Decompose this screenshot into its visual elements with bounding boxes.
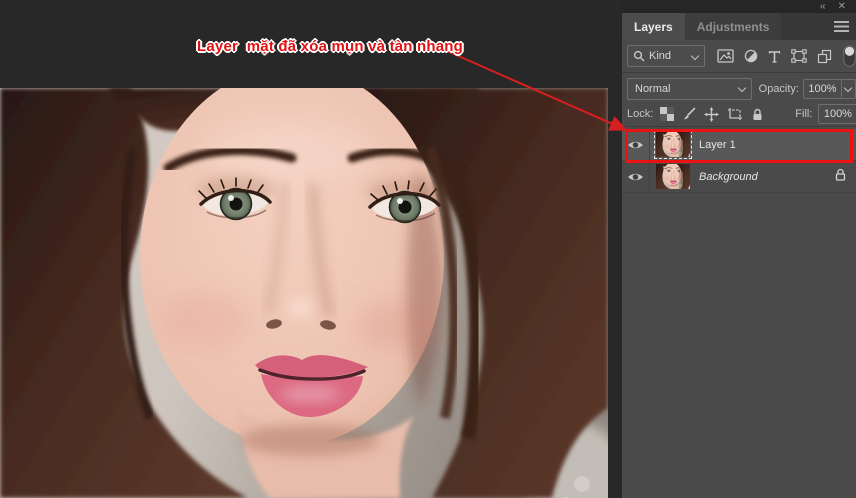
visibility-eye-icon[interactable] <box>622 129 650 160</box>
lock-fill-row: Lock: Fill: 100% <box>622 102 856 127</box>
opacity-value[interactable]: 100% <box>804 80 841 98</box>
layer-name[interactable]: Background <box>699 171 758 183</box>
lock-all-icon[interactable] <box>752 108 763 121</box>
fill-label: Fill: <box>795 108 813 120</box>
filter-toggle-switch[interactable] <box>843 45 856 67</box>
portrait-photo[interactable] <box>0 88 608 498</box>
chevron-down-icon <box>845 85 852 92</box>
lock-label: Lock: <box>627 108 654 120</box>
blend-mode-value: Normal <box>635 82 671 95</box>
panel-tabbar: Layers Adjustments <box>622 13 856 40</box>
lock-position-icon[interactable] <box>704 106 720 122</box>
tab-adjustments[interactable]: Adjustments <box>684 13 782 40</box>
chevron-down-icon <box>692 53 699 60</box>
search-icon <box>633 50 645 62</box>
hamburger-menu-icon[interactable] <box>834 21 849 32</box>
layer-thumbnail[interactable] <box>656 164 690 189</box>
lock-transparency-icon[interactable] <box>660 107 675 121</box>
annotation-text: Layer mặt đã xóa mụn và tàn nhang <box>197 38 464 55</box>
layer-filter-row: Kind <box>622 40 856 73</box>
panel-header: « ✕ <box>622 0 856 13</box>
smart-object-filter-icon[interactable] <box>817 49 832 64</box>
document-canvas[interactable]: Layer mặt đã xóa mụn và tàn nhang <box>0 0 622 498</box>
collapse-panel-icon[interactable]: « <box>820 1 826 12</box>
layer-name[interactable]: Layer 1 <box>699 139 736 151</box>
type-layer-filter-icon[interactable] <box>768 50 781 63</box>
kind-filter-dropdown[interactable]: Kind <box>627 45 705 67</box>
adjustment-layer-filter-icon[interactable] <box>744 49 758 63</box>
tab-layers-label: Layers <box>634 19 673 34</box>
layer-row-background[interactable]: Background <box>622 161 856 193</box>
lock-image-icon[interactable] <box>682 107 696 121</box>
layers-panel: « ✕ Layers Adjustments Kind Normal Opaci… <box>622 0 856 498</box>
tab-layers[interactable]: Layers <box>622 13 685 40</box>
layer-thumbnail[interactable] <box>654 130 692 159</box>
layers-list: Layer 1 Background <box>622 129 856 193</box>
tab-adjustments-label: Adjustments <box>696 19 770 34</box>
layer-lock-icon[interactable] <box>835 168 846 186</box>
opacity-label: Opacity: <box>758 82 799 95</box>
lock-artboard-icon[interactable] <box>727 107 743 121</box>
blend-opacity-row: Normal Opacity: 100% <box>622 75 856 102</box>
visibility-eye-icon[interactable] <box>622 161 650 192</box>
close-panel-icon[interactable]: ✕ <box>838 1 846 12</box>
pixel-layer-filter-icon[interactable] <box>717 49 734 63</box>
opacity-dropdown-button[interactable] <box>841 79 855 98</box>
fill-control: 100% <box>818 104 856 124</box>
fill-value[interactable]: 100% <box>819 105 856 123</box>
photoshop-workspace: Layer mặt đã xóa mụn và tàn nhang « ✕ La… <box>0 0 856 498</box>
blend-mode-dropdown[interactable]: Normal <box>627 77 752 100</box>
chevron-down-icon <box>739 85 746 92</box>
layer-row-layer1[interactable]: Layer 1 <box>622 129 856 161</box>
opacity-control: 100% <box>803 78 856 99</box>
kind-filter-label: Kind <box>649 50 672 62</box>
shape-layer-filter-icon[interactable] <box>791 49 807 63</box>
